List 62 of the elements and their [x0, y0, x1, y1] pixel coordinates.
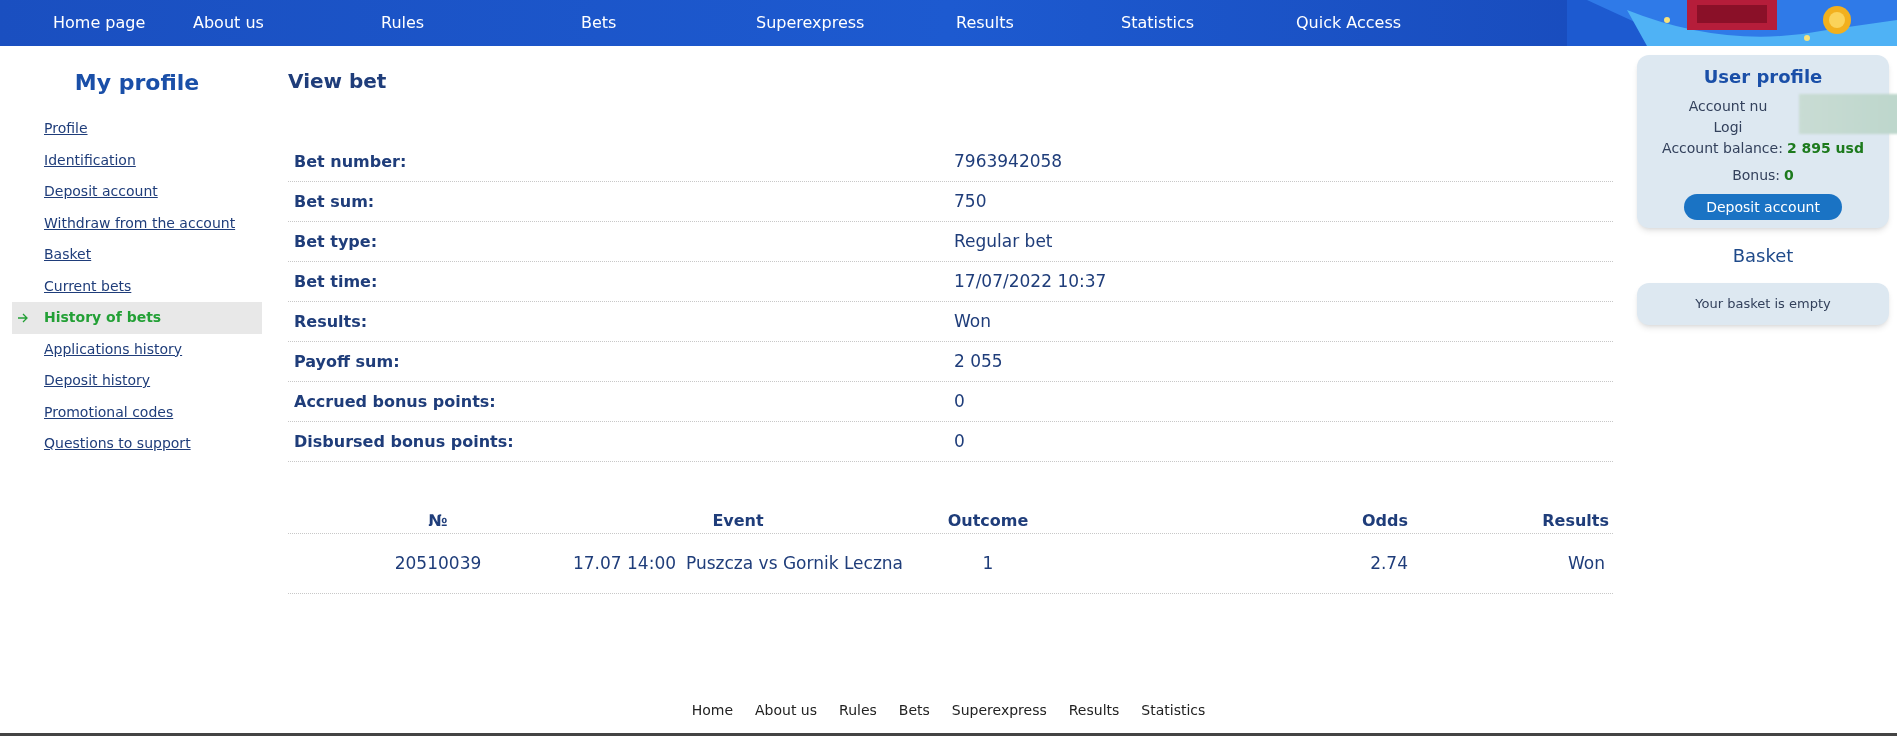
sidebar-item[interactable]: Deposit account: [12, 176, 262, 208]
sidebar-item[interactable]: Promotional codes: [12, 396, 262, 428]
table-cell-text: 2.74: [1369, 551, 1409, 575]
bonus-label: Bonus:: [1732, 166, 1781, 185]
footer-link[interactable]: Home: [691, 700, 734, 721]
sidebar-item[interactable]: Profile: [12, 113, 262, 145]
footer-link[interactable]: Bets: [898, 700, 930, 721]
column-header: Odds: [1360, 509, 1409, 532]
balance-value: 2 895 usd: [1786, 139, 1864, 158]
sidebar-item[interactable]: Current bets: [12, 270, 262, 302]
balance-label: Account balance:: [1662, 139, 1783, 158]
page-title: View bet: [288, 68, 388, 95]
column-header: Results: [1541, 509, 1610, 532]
detail-value: Won: [954, 309, 991, 333]
detail-label: Results:: [294, 310, 369, 333]
nav-link[interactable]: Statistics: [1121, 11, 1296, 35]
detail-value: 0: [954, 429, 965, 453]
detail-value: 750: [954, 189, 987, 213]
card-title: User profile: [1703, 65, 1823, 89]
column-header: Event: [711, 509, 765, 532]
column-header: Outcome: [946, 509, 1030, 532]
detail-label: Accrued bonus points:: [294, 390, 497, 413]
footer-link[interactable]: Statistics: [1141, 700, 1206, 721]
nav-link[interactable]: Superexpress: [756, 11, 956, 35]
nav-link[interactable]: Rules: [381, 11, 581, 35]
table-cell-text: Won: [1567, 551, 1606, 575]
nav-link[interactable]: Home page: [53, 11, 193, 35]
detail-label: Bet time:: [294, 270, 379, 293]
detail-value: 2 055: [954, 349, 1003, 373]
nav-link[interactable]: About us: [193, 11, 381, 35]
login-label: Logi: [1713, 119, 1743, 135]
event-name: Puszcza vs Gornik Leczna: [686, 551, 904, 575]
account-number-label: Account nu: [1688, 98, 1768, 114]
basket-message: Your basket is empty: [1637, 283, 1889, 325]
sidebar-item[interactable]: Identification: [12, 144, 262, 176]
detail-label: Disbursed bonus points:: [294, 430, 515, 453]
event-time: 17.07 14:00: [572, 551, 676, 575]
footer-link[interactable]: Results: [1068, 700, 1120, 721]
nav-link[interactable]: Quick Access: [1296, 11, 1496, 35]
detail-label: Bet number:: [294, 150, 408, 173]
detail-value: 7963942058: [954, 149, 1063, 173]
basket-title: Basket: [1732, 244, 1794, 268]
detail-value: 0: [954, 389, 965, 413]
detail-value: Regular bet: [954, 229, 1053, 253]
footer-link[interactable]: About us: [755, 700, 818, 721]
detail-label: Bet sum:: [294, 190, 376, 213]
detail-value: 17/07/2022 10:37: [954, 269, 1107, 293]
detail-label: Bet type:: [294, 230, 379, 253]
sidebar-item[interactable]: Applications history: [12, 333, 262, 365]
sidebar-item[interactable]: Basket: [12, 239, 262, 271]
nav-link[interactable]: Bets: [581, 11, 756, 35]
column-header: №: [427, 509, 449, 532]
sidebar-item[interactable]: Withdraw from the account: [12, 207, 262, 239]
sidebar-title: My profile: [73, 69, 201, 97]
deposit-account-button[interactable]: Deposit account: [1684, 194, 1842, 220]
sidebar-item[interactable]: Questions to support: [12, 428, 262, 460]
footer-link[interactable]: Rules: [839, 700, 877, 721]
footer-link[interactable]: Superexpress: [951, 700, 1047, 721]
bonus-value: 0: [1784, 166, 1794, 185]
detail-label: Payoff sum:: [294, 350, 401, 373]
nav-link[interactable]: Results: [956, 11, 1121, 35]
sidebar-item[interactable]: Deposit history: [12, 365, 262, 397]
